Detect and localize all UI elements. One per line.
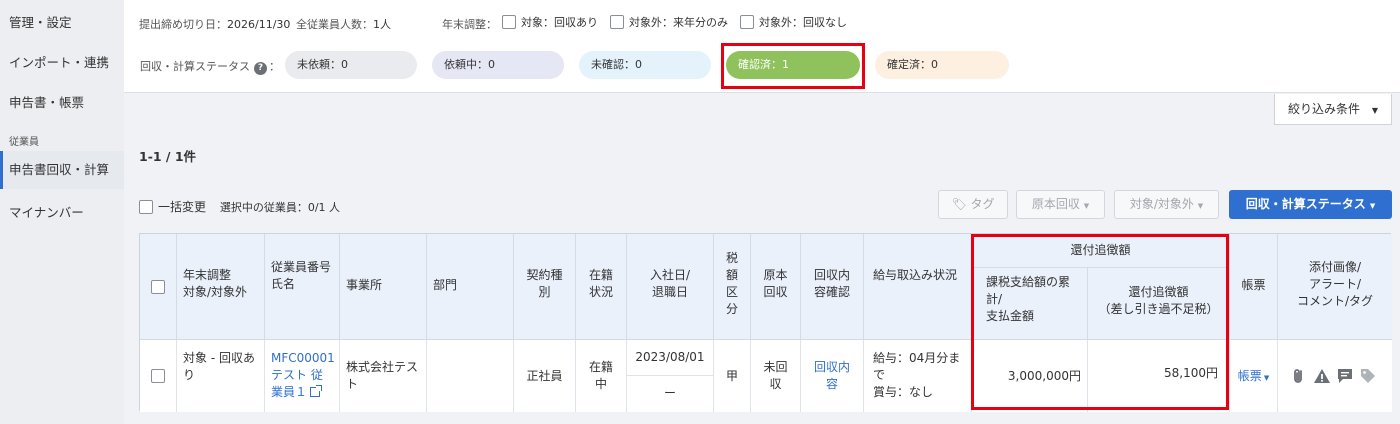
content-check-link[interactable]: 回収内容	[814, 360, 850, 391]
status-pill-unrequested[interactable]: 未依頼：0	[285, 51, 417, 79]
highlight-box-refund	[971, 234, 1229, 410]
cell-leave-date: ー	[627, 376, 714, 412]
filter-conditions-button[interactable]: 絞り込み条件 ▼	[1274, 94, 1392, 125]
bulk-checkbox[interactable]	[139, 200, 153, 214]
cell-dept	[427, 340, 514, 412]
status-change-button[interactable]: 回収・計算ステータス ▼	[1229, 190, 1392, 219]
row-select	[140, 340, 177, 412]
checkbox[interactable]	[610, 15, 624, 29]
alert-icon[interactable]	[1313, 367, 1331, 385]
cell-forms: 帳票 ▼	[1230, 340, 1278, 412]
highlight-box-confirmed	[721, 43, 865, 89]
tag-button[interactable]: 🏷 タグ	[938, 190, 1008, 219]
header-attachments: 添付画像/ アラート/ コメント/タグ	[1278, 234, 1392, 340]
header-adjust: 年末調整 対象/対象外	[177, 234, 265, 340]
forms-dropdown[interactable]: 帳票 ▼	[1238, 369, 1270, 383]
cell-office: 株式会社テスト	[340, 340, 427, 412]
cell-attachments	[1278, 340, 1392, 412]
row-checkbox[interactable]	[151, 369, 165, 383]
cell-enrollment: 在籍中	[576, 340, 627, 412]
option-next-year[interactable]: 対象外：来年分のみ	[610, 14, 728, 30]
result-count: 1-1 / 1件	[139, 149, 197, 164]
sidebar-item-settings[interactable]: 管理・設定	[0, 12, 124, 31]
option-target-collect[interactable]: 対象：回収あり	[502, 14, 598, 30]
filter-panel: 提出締め切り日：2026/11/30 全従業員人数：1人 年末調整： 対象：回収…	[124, 0, 1400, 93]
cell-original: 未回収	[751, 340, 801, 412]
status-pill-requested[interactable]: 依頼中：0	[432, 51, 564, 79]
cell-contract: 正社員	[514, 340, 576, 412]
header-dates: 入社日/ 退職日	[627, 234, 714, 340]
status-pill-finalized[interactable]: 確定済：0	[875, 51, 1009, 79]
header-tax: 税額区分	[714, 234, 751, 340]
cell-adjust: 対象 - 回収あり	[177, 340, 265, 412]
tag-icon: 🏷	[951, 197, 967, 211]
status-label: 回収・計算ステータス?：	[140, 60, 280, 75]
comment-icon[interactable]	[1336, 367, 1354, 385]
target-toggle-button[interactable]: 対象/対象外 ▼	[1114, 190, 1219, 219]
header-original: 原本回収	[751, 234, 801, 340]
sidebar-item-forms[interactable]: 申告書・帳票	[0, 92, 124, 111]
tag-icon[interactable]	[1359, 367, 1377, 385]
status-pill-unconfirmed[interactable]: 未確認：0	[579, 51, 711, 79]
header-contract: 契約種別	[514, 234, 576, 340]
deadline-info: 提出締め切り日：2026/11/30	[139, 18, 291, 31]
header-enrollment: 在籍状況	[576, 234, 627, 340]
cell-employee: MFC00001 テスト 従業員１	[265, 340, 340, 412]
option-no-collect[interactable]: 対象外：回収なし	[740, 14, 847, 30]
sidebar: 管理・設定 インポート・連携 申告書・帳票 従業員 申告書回収・計算 マイナンバ…	[0, 0, 124, 424]
sidebar-item-collection[interactable]: 申告書回収・計算	[0, 151, 124, 189]
sidebar-section-employees: 従業員	[9, 137, 39, 148]
select-all-checkbox[interactable]	[151, 280, 165, 294]
cell-join-date: 2023/08/01	[627, 340, 714, 376]
checkbox[interactable]	[740, 15, 754, 29]
header-dept: 部門	[427, 234, 514, 340]
external-link-icon[interactable]	[310, 385, 323, 397]
chevron-down-icon: ▼	[1261, 374, 1270, 382]
chevron-down-icon: ▼	[1083, 202, 1090, 210]
header-salary: 給与取込み状況	[864, 234, 972, 340]
paperclip-icon[interactable]	[1290, 367, 1308, 385]
help-icon[interactable]: ?	[254, 62, 267, 75]
sidebar-item-import[interactable]: インポート・連携	[0, 52, 124, 71]
chevron-down-icon: ▼	[1369, 202, 1376, 210]
bulk-change[interactable]: 一括変更 選択中の従業員：0/1 人	[139, 198, 340, 215]
header-forms: 帳票	[1230, 234, 1278, 340]
adjust-label: 年末調整：	[442, 18, 497, 31]
sidebar-item-mynumber[interactable]: マイナンバー	[0, 202, 124, 221]
header-employee: 従業員番号 氏名	[265, 234, 340, 340]
employee-id-link[interactable]: MFC00001	[271, 351, 335, 365]
selected-count: 選択中の従業員：0/1 人	[219, 201, 341, 214]
cell-tax: 甲	[714, 340, 751, 412]
cell-salary: 給与：04月分まで 賞与：なし	[864, 340, 972, 412]
checkbox[interactable]	[502, 15, 516, 29]
chevron-down-icon: ▼	[1197, 202, 1204, 210]
chevron-down-icon: ▼	[1371, 106, 1378, 115]
header-content: 回収内容確認	[801, 234, 864, 340]
original-collect-button[interactable]: 原本回収 ▼	[1016, 190, 1105, 219]
employee-count-info: 全従業員人数：1人	[296, 18, 391, 31]
header-office: 事業所	[340, 234, 427, 340]
header-select	[140, 234, 177, 340]
cell-content: 回収内容	[801, 340, 864, 412]
